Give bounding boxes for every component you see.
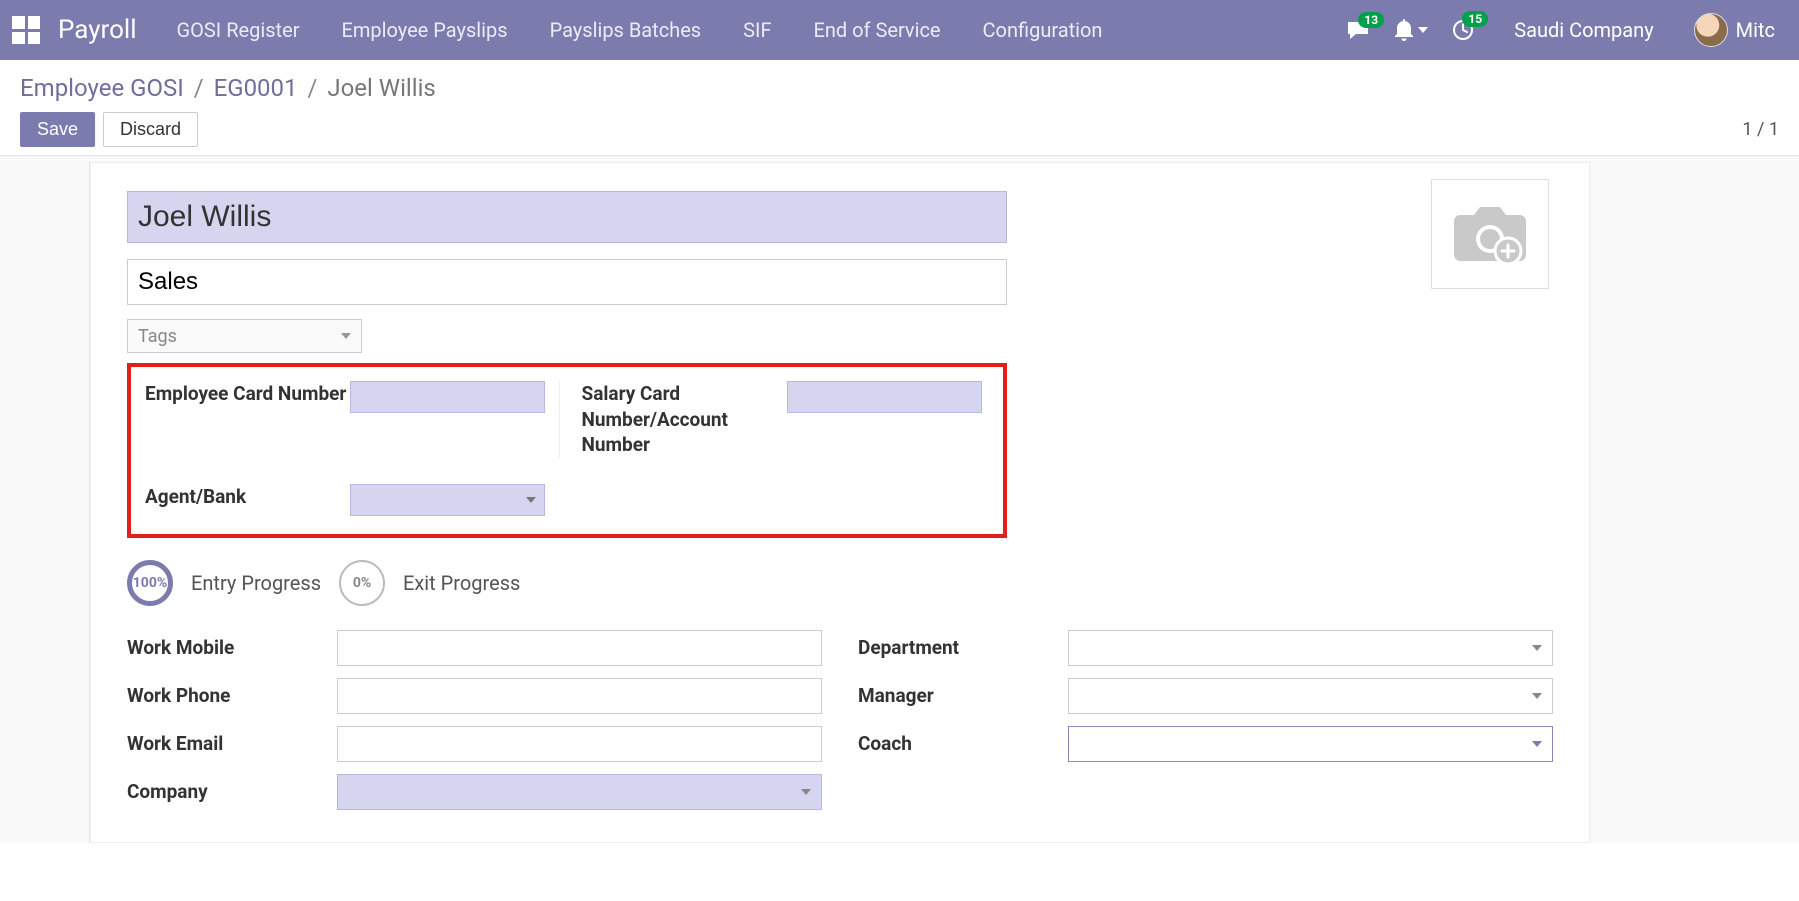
card-details-section: Employee Card Number Salary Card Number/… [127, 363, 1007, 538]
progress-row: 100% Entry Progress 0% Exit Progress [127, 560, 1553, 606]
nav-gosi-register[interactable]: GOSI Register [177, 18, 300, 42]
entry-progress-label: Entry Progress [191, 571, 321, 595]
company-selector[interactable]: Saudi Company [1514, 18, 1653, 42]
coach-select[interactable] [1068, 726, 1553, 762]
activities-badge: 15 [1462, 11, 1488, 27]
pager[interactable]: 1 / 1 [1742, 119, 1779, 140]
employee-name-input[interactable] [127, 191, 1007, 243]
control-bar: Employee GOSI / EG0001 / Joel Willis Sav… [0, 60, 1799, 155]
company-label: Company [127, 780, 337, 803]
left-field-column: Work Mobile Work Phone Work Email Compan… [127, 630, 822, 822]
chevron-down-icon [1418, 27, 1428, 33]
messages-badge: 13 [1358, 12, 1384, 28]
nav-sif[interactable]: SIF [743, 18, 771, 42]
apps-icon[interactable] [12, 16, 40, 44]
breadcrumb-current: Joel Willis [327, 74, 435, 102]
work-mobile-label: Work Mobile [127, 636, 337, 659]
department-label: Department [858, 636, 1068, 659]
nav-end-of-service[interactable]: End of Service [814, 18, 941, 42]
job-title-input[interactable] [127, 259, 1007, 305]
work-phone-input[interactable] [337, 678, 822, 714]
save-button[interactable]: Save [20, 112, 95, 147]
manager-select[interactable] [1068, 678, 1553, 714]
breadcrumb-root[interactable]: Employee GOSI [20, 74, 184, 102]
work-phone-label: Work Phone [127, 684, 337, 707]
salary-card-number-label: Salary Card Number/Account Number [582, 381, 787, 458]
company-select[interactable] [337, 774, 822, 810]
breadcrumb: Employee GOSI / EG0001 / Joel Willis [20, 74, 1779, 102]
nav-employee-payslips[interactable]: Employee Payslips [341, 18, 507, 42]
user-menu[interactable]: Mitc [1694, 13, 1775, 47]
sheet-gutter [0, 162, 90, 843]
activities-icon[interactable]: 15 [1452, 19, 1474, 41]
tags-select[interactable]: Tags [127, 319, 362, 353]
form-sheet: Tags Employee Card Number Salary Card Nu… [90, 162, 1590, 843]
nav-payslips-batches[interactable]: Payslips Batches [550, 18, 702, 42]
manager-label: Manager [858, 684, 1068, 707]
coach-label: Coach [858, 732, 1068, 755]
work-mobile-input[interactable] [337, 630, 822, 666]
entry-progress-circle[interactable]: 100% [127, 560, 173, 606]
employee-card-number-input[interactable] [350, 381, 545, 413]
agent-bank-label: Agent/Bank [145, 484, 350, 516]
notifications-icon[interactable] [1394, 19, 1428, 41]
employee-card-number-label: Employee Card Number [145, 381, 350, 413]
agent-bank-select[interactable] [350, 484, 545, 516]
top-navbar: Payroll GOSI Register Employee Payslips … [0, 0, 1799, 60]
avatar [1694, 13, 1728, 47]
image-upload[interactable] [1431, 179, 1549, 289]
app-brand[interactable]: Payroll [58, 15, 137, 45]
camera-icon [1450, 201, 1530, 267]
messages-icon[interactable]: 13 [1346, 20, 1370, 40]
discard-button[interactable]: Discard [103, 112, 198, 147]
work-email-label: Work Email [127, 732, 337, 755]
exit-progress-circle[interactable]: 0% [339, 560, 385, 606]
breadcrumb-mid[interactable]: EG0001 [214, 74, 298, 102]
tags-placeholder: Tags [138, 326, 177, 347]
nav-configuration[interactable]: Configuration [983, 18, 1103, 42]
user-name-short: Mitc [1736, 18, 1775, 42]
right-field-column: Department Manager Coach [858, 630, 1553, 822]
department-select[interactable] [1068, 630, 1553, 666]
exit-progress-label: Exit Progress [403, 571, 520, 595]
work-email-input[interactable] [337, 726, 822, 762]
salary-card-number-input[interactable] [787, 381, 982, 413]
